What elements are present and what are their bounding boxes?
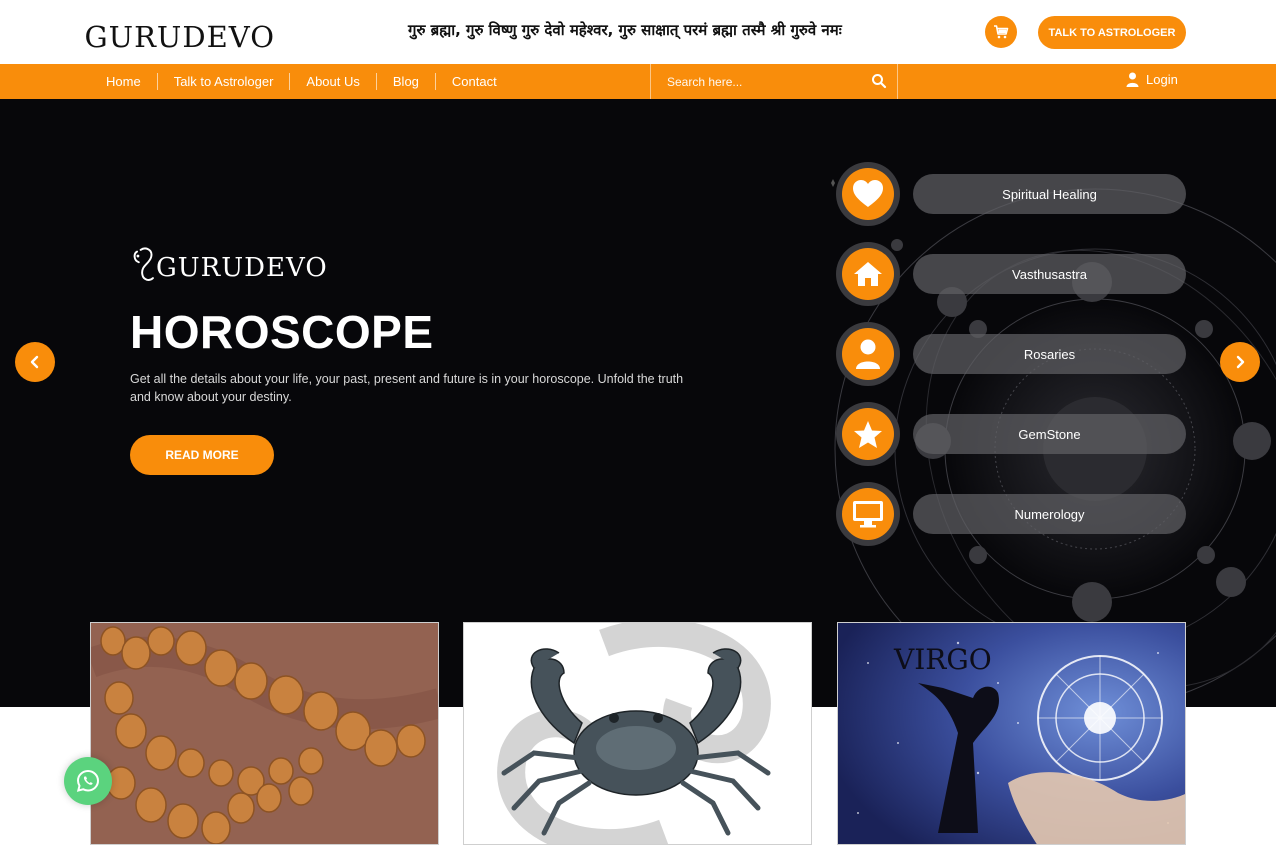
service-icon-ring — [836, 322, 900, 386]
service-icon-circle — [842, 408, 894, 460]
search-input[interactable] — [667, 72, 857, 92]
virgo-caption: VIRGO — [893, 643, 992, 676]
star-icon — [854, 420, 882, 448]
top-header: GURUDEVO गुरु ब्रह्मा, गुरु विष्णु गुरु … — [0, 0, 1276, 64]
service-label: Numerology — [913, 494, 1186, 534]
hero-description: Get all the details about your life, you… — [130, 372, 684, 404]
service-icon-ring — [836, 162, 900, 226]
nav-links: Home Talk to Astrologer About Us Blog Co… — [90, 64, 513, 99]
service-icon-ring — [836, 482, 900, 546]
hero-logo-text: GURUDEVO — [156, 253, 328, 283]
service-icon-ring — [836, 402, 900, 466]
nav-link-blog[interactable]: Blog — [377, 73, 436, 90]
user-icon — [856, 339, 880, 369]
service-item-gemstone[interactable]: GemStone — [836, 402, 1186, 466]
service-icon-circle — [842, 168, 894, 220]
hero-title: HOROSCOPE — [130, 306, 434, 358]
site-logo[interactable]: GURUDEVO — [84, 6, 275, 58]
chevron-right-icon — [1236, 355, 1245, 369]
service-icon-circle — [842, 248, 894, 300]
service-item-rosaries[interactable]: Rosaries — [836, 322, 1186, 386]
service-label: GemStone — [913, 414, 1186, 454]
card-cancer[interactable] — [463, 622, 812, 845]
monitor-icon — [853, 501, 883, 528]
main-nav: Home Talk to Astrologer About Us Blog Co… — [0, 64, 1276, 99]
service-icon-circle — [842, 328, 894, 380]
cart-icon — [994, 25, 1009, 39]
service-item-vasthusastra[interactable]: Vasthusastra — [836, 242, 1186, 306]
slider-prev-button[interactable] — [15, 342, 55, 382]
read-more-button[interactable]: READ MORE — [130, 435, 274, 475]
card-rudraksha[interactable] — [90, 622, 439, 845]
whatsapp-icon — [76, 769, 100, 792]
whatsapp-chat-button[interactable] — [64, 757, 112, 805]
service-label: Vasthusastra — [913, 254, 1186, 294]
heart-icon — [853, 180, 883, 207]
service-icon-ring — [836, 242, 900, 306]
hero-slider: GURUDEVO HOROSCOPE Get all the details a… — [0, 99, 1276, 707]
service-item-spiritual-healing[interactable]: Spiritual Healing — [836, 162, 1186, 226]
slider-next-button[interactable] — [1220, 342, 1260, 382]
service-label: Spiritual Healing — [913, 174, 1186, 214]
search-icon[interactable] — [871, 73, 887, 89]
user-icon — [1126, 72, 1139, 87]
nav-link-home[interactable]: Home — [90, 73, 158, 90]
cart-button[interactable] — [985, 16, 1017, 48]
logo-text: GURUDEVO — [84, 20, 275, 54]
mantra-text: गुरु ब्रह्मा, गुरु विष्णु गुरु देवो महेश… — [408, 21, 842, 39]
hero-logo: GURUDEVO — [130, 242, 328, 286]
chevron-left-icon — [30, 355, 39, 369]
login-label: Login — [1146, 72, 1178, 87]
cancer-crab-image — [464, 623, 811, 844]
home-icon — [854, 262, 882, 286]
service-label: Rosaries — [913, 334, 1186, 374]
search-box — [650, 64, 898, 99]
service-icon-circle — [842, 488, 894, 540]
nav-link-talk-to-astrologer[interactable]: Talk to Astrologer — [158, 73, 291, 90]
rudraksha-beads-image — [91, 623, 438, 844]
service-item-numerology[interactable]: Numerology — [836, 482, 1186, 546]
login-link[interactable]: Login — [1126, 72, 1178, 87]
talk-to-astrologer-button[interactable]: TALK TO ASTROLOGER — [1038, 16, 1186, 49]
virgo-zodiac-image: VIRGO — [838, 623, 1185, 844]
nav-link-about-us[interactable]: About Us — [290, 73, 377, 90]
nav-link-contact[interactable]: Contact — [436, 73, 513, 90]
card-virgo[interactable]: VIRGO — [837, 622, 1186, 845]
